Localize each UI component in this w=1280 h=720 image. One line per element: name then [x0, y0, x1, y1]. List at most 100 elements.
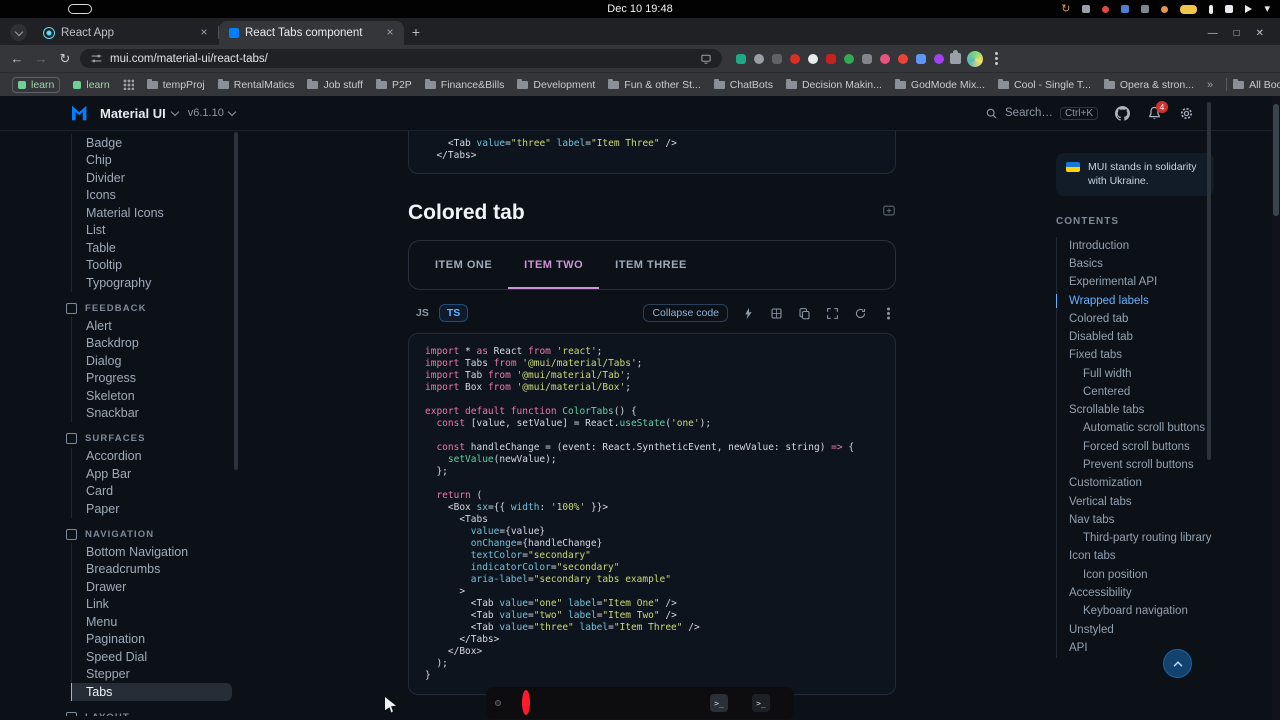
toc-item-api[interactable]: API — [1057, 639, 1246, 657]
dock-app-green-app[interactable] — [611, 700, 617, 706]
bookmark-tempproj[interactable]: tempProj — [146, 78, 205, 91]
new-tab-button[interactable] — [406, 22, 426, 42]
dock-app-terminal[interactable]: >_ — [749, 691, 773, 715]
maximize-button[interactable]: □ — [1234, 28, 1240, 39]
caret-icon[interactable]: ▾ — [1264, 3, 1270, 15]
content-scrollbar[interactable] — [1207, 102, 1211, 460]
bookmark-chatbots[interactable]: ChatBots — [713, 78, 773, 91]
phone-icon[interactable] — [1225, 5, 1234, 13]
lang-toggle-js[interactable]: JS — [408, 304, 437, 322]
dock-app-chrome[interactable] — [495, 700, 501, 706]
profile-avatar[interactable] — [967, 50, 983, 67]
url-text[interactable]: mui.com/material-ui/react-tabs/ — [110, 53, 693, 65]
bookmark-learn[interactable]: learn — [73, 79, 110, 91]
bookmark-p2p[interactable]: P2P — [375, 78, 412, 91]
sidebar-item-bottom-navigation[interactable]: Bottom Navigation — [71, 543, 236, 561]
address-bar[interactable]: mui.com/material-ui/react-tabs/ — [80, 49, 722, 68]
activities-indicator[interactable] — [68, 4, 92, 14]
dock-app-mail[interactable] — [539, 700, 545, 706]
extension-violet-icon[interactable] — [934, 53, 944, 64]
reset-icon[interactable] — [853, 306, 868, 321]
dock-app-purple-app[interactable] — [599, 700, 605, 706]
app-indicator-gray-icon[interactable] — [1141, 5, 1150, 13]
extension-white-icon[interactable] — [808, 53, 818, 64]
dock-app-orange-app[interactable] — [647, 700, 653, 706]
sidebar-item-dialog[interactable]: Dialog — [71, 352, 236, 370]
dock-app-cyan-app[interactable] — [659, 700, 665, 706]
sidebar-item-menu[interactable]: Menu — [71, 613, 236, 631]
extension-crimson-icon[interactable] — [826, 53, 836, 64]
dock-app-pdf-viewer[interactable] — [587, 700, 593, 706]
sidebar-item-badge[interactable]: Badge — [71, 134, 236, 152]
browser-tab-react-app[interactable]: React App — [33, 21, 218, 45]
dock-app-dark-terminal[interactable]: >_ — [707, 691, 731, 715]
toc-item-disabled-tab[interactable]: Disabled tab — [1057, 329, 1246, 347]
scroll-to-top-button[interactable] — [1163, 649, 1192, 678]
browser-tab-react-tabs-component[interactable]: React Tabs component — [219, 21, 404, 45]
extension-pink-icon[interactable] — [880, 53, 890, 64]
page-scrollbar-thumb[interactable] — [1273, 104, 1279, 216]
toc-item-accessibility[interactable]: Accessibility — [1057, 585, 1246, 603]
bookmark-cool-single-t[interactable]: Cool - Single T... — [998, 78, 1091, 91]
notifications-button[interactable]: 4 — [1147, 100, 1168, 121]
dock-app-vscode[interactable] — [563, 700, 569, 706]
bookmark-opera-stron[interactable]: Opera & stron... — [1103, 78, 1194, 91]
codesandbox-icon[interactable] — [769, 306, 784, 321]
apps-grid-icon[interactable] — [122, 79, 134, 90]
volume-icon[interactable] — [1245, 5, 1253, 13]
toc-item-colored-tab[interactable]: Colored tab — [1057, 310, 1246, 328]
all-bookmarks-button[interactable]: All Bookmarks — [1233, 78, 1280, 91]
tab-close-button[interactable] — [197, 26, 211, 40]
demo-code-block[interactable]: import * as React from 'react'; import Ta… — [408, 333, 896, 695]
sidebar-item-skeleton[interactable]: Skeleton — [71, 387, 236, 405]
dock-app-opera[interactable] — [519, 690, 533, 715]
product-menu[interactable]: Material UI — [100, 106, 166, 121]
sidebar-item-breadcrumbs[interactable]: Breadcrumbs — [71, 560, 236, 578]
update-status-icon[interactable]: ↻ — [1061, 3, 1070, 15]
sidebar-item-link[interactable]: Link — [71, 595, 236, 613]
extension-orange-icon[interactable] — [898, 53, 908, 64]
back-button[interactable] — [8, 51, 26, 66]
tab-close-button[interactable] — [383, 26, 397, 40]
toc-item-experimental-api[interactable]: Experimental API — [1057, 274, 1246, 292]
dock-app-text-editor[interactable] — [575, 700, 581, 706]
extensions-puzzle-icon[interactable] — [950, 50, 961, 64]
toc-item-forced-scroll-buttons[interactable]: Forced scroll buttons — [1057, 438, 1246, 456]
dock-app-settings[interactable] — [779, 700, 785, 706]
github-icon[interactable] — [1115, 105, 1130, 121]
demo-tab-item-one[interactable]: ITEM ONE — [419, 241, 508, 289]
tune-icon[interactable] — [90, 52, 103, 65]
copy-icon[interactable] — [797, 306, 812, 321]
bookmark-decision-makin[interactable]: Decision Makin... — [785, 78, 882, 91]
site-search-button[interactable]: Search… Ctrl+K — [985, 106, 1098, 120]
forward-button[interactable] — [32, 51, 50, 66]
dock-app-google-app[interactable] — [551, 700, 557, 706]
sidebar-item-backdrop[interactable]: Backdrop — [71, 334, 236, 352]
bookmark-godmode-mix[interactable]: GodMode Mix... — [894, 78, 985, 91]
close-window-button[interactable]: ✕ — [1256, 28, 1264, 39]
toc-item-introduction[interactable]: Introduction — [1057, 237, 1246, 255]
microphone-icon[interactable] — [1209, 4, 1214, 14]
sidebar-item-tabs[interactable]: Tabs — [71, 683, 232, 701]
toc-item-fixed-tabs[interactable]: Fixed tabs — [1057, 347, 1246, 365]
reload-button[interactable] — [56, 51, 74, 67]
toc-item-third-party-routing-library[interactable]: Third-party routing library — [1057, 530, 1246, 548]
sidebar-item-stepper[interactable]: Stepper — [71, 665, 236, 683]
add-comment-icon[interactable] — [882, 204, 896, 223]
sidebar-item-tooltip[interactable]: Tooltip — [71, 256, 236, 274]
dock-app-dark-app[interactable] — [635, 700, 641, 706]
battery-icon[interactable] — [1180, 4, 1198, 14]
dock-app-light-app[interactable] — [671, 700, 677, 706]
dock-app-telegram[interactable] — [623, 700, 629, 706]
app-indicator-orange-icon[interactable] — [1161, 5, 1169, 13]
extension-slate-icon[interactable] — [862, 53, 872, 64]
app-indicator-blue-icon[interactable] — [1121, 5, 1130, 13]
stackblitz-icon[interactable] — [741, 306, 756, 321]
toc-item-customization[interactable]: Customization — [1057, 475, 1246, 493]
toc-item-automatic-scroll-buttons[interactable]: Automatic scroll buttons — [1057, 420, 1246, 438]
sidebar-item-progress[interactable]: Progress — [71, 369, 236, 387]
toc-item-keyboard-navigation[interactable]: Keyboard navigation — [1057, 603, 1246, 621]
sidebar-item-chip[interactable]: Chip — [71, 151, 236, 169]
sidebar-item-speed-dial[interactable]: Speed Dial — [71, 648, 236, 666]
extension-dark-icon[interactable] — [772, 53, 782, 64]
